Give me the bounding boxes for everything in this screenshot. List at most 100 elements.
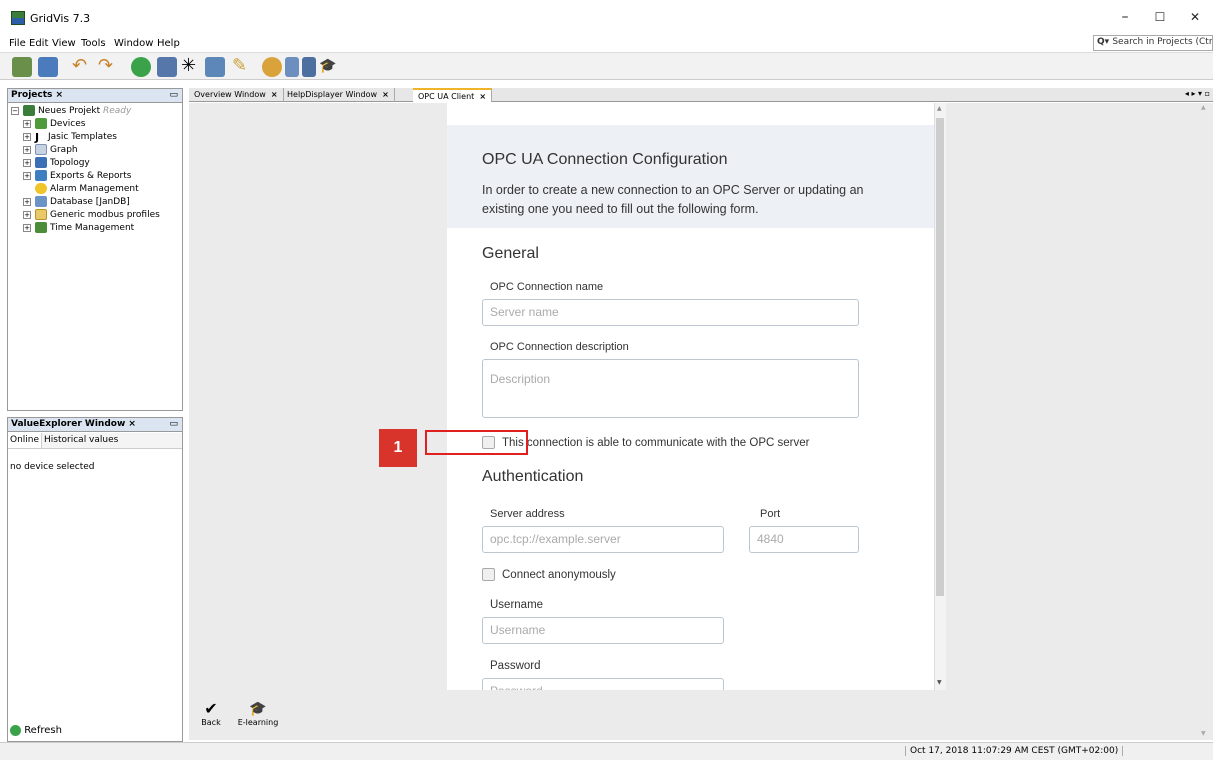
back-label: Back — [201, 718, 221, 727]
tab-overview[interactable]: Overview Window × — [189, 88, 284, 102]
tab-online[interactable]: Online — [8, 433, 43, 448]
close-icon[interactable]: × — [56, 90, 64, 100]
tree-item-devices[interactable]: + Devices — [23, 118, 85, 131]
close-icon[interactable]: × — [128, 419, 136, 429]
display-icon[interactable] — [285, 57, 299, 77]
network-icon[interactable]: ✳ — [181, 57, 201, 77]
tree-item-label: Topology — [50, 158, 90, 168]
scrollbar-thumb[interactable] — [936, 118, 944, 596]
tree-item-label: Exports & Reports — [50, 171, 132, 181]
menu-edit[interactable]: Edit — [29, 38, 48, 49]
expand-icon[interactable]: + — [23, 132, 31, 141]
port-label: Port — [760, 508, 781, 520]
folder-icon — [35, 209, 47, 220]
expand-icon[interactable]: + — [23, 197, 31, 206]
tree-item-time[interactable]: + Time Management — [23, 222, 134, 235]
devices-icon — [35, 118, 47, 129]
password-input[interactable]: Password — [482, 678, 724, 690]
editor-tabs: Overview Window × HelpDisplayer Window ×… — [189, 88, 1213, 102]
connection-description-input[interactable]: Description — [482, 359, 859, 418]
user-icon[interactable] — [262, 57, 282, 77]
scroll-down-icon[interactable]: ▼ — [937, 679, 942, 686]
projects-panel: Projects × ▭ − Neues Projekt Ready + Devic… — [7, 88, 183, 411]
value-explorer-tab[interactable]: ValueExplorer Window — [11, 419, 125, 429]
general-heading: General — [482, 245, 539, 262]
import-icon[interactable] — [205, 57, 225, 77]
search-icon: Q▾ — [1097, 37, 1113, 47]
expand-icon[interactable]: + — [23, 210, 31, 219]
projects-tab[interactable]: Projects — [11, 90, 52, 100]
new-project-icon[interactable] — [12, 57, 32, 77]
server-address-input[interactable]: opc.tcp://example.server — [482, 526, 724, 553]
expand-icon[interactable]: + — [23, 119, 31, 128]
close-button[interactable]: ✕ — [1184, 8, 1206, 28]
refresh-button[interactable]: Refresh — [10, 724, 62, 738]
tree-item-label: Devices — [50, 119, 86, 129]
expand-icon[interactable]: + — [23, 171, 31, 180]
time-management-icon — [35, 222, 47, 233]
maximize-button[interactable]: ☐ — [1149, 8, 1171, 28]
refresh-icon[interactable] — [131, 57, 151, 77]
value-explorer-tabs: Online Historical values — [8, 433, 182, 449]
outer-scroll-down-icon[interactable]: ▼ — [1201, 730, 1206, 737]
redo-icon[interactable]: ↷ — [98, 57, 118, 77]
search-input[interactable]: Q▾ Search in Projects (Ctrl+I) — [1093, 35, 1213, 51]
anonymous-checkbox[interactable] — [482, 568, 495, 581]
project-status: Ready — [103, 106, 132, 116]
close-icon[interactable]: × — [382, 90, 389, 99]
tree-item-exports[interactable]: + Exports & Reports — [23, 170, 131, 183]
app-icon — [11, 11, 25, 25]
collapse-icon[interactable]: − — [11, 106, 19, 115]
menu-window[interactable]: Window — [114, 38, 153, 49]
status-bar: Oct 17, 2018 11:07:29 AM CEST (GMT+02:00… — [0, 742, 1213, 760]
authentication-heading: Authentication — [482, 468, 584, 485]
device-icon[interactable] — [157, 57, 177, 77]
tree-item-jasic[interactable]: + J Jasic Templates — [23, 131, 117, 144]
connection-name-input[interactable]: Server name — [482, 299, 859, 326]
menu-file[interactable]: File — [9, 38, 26, 49]
form-title: OPC UA Connection Configuration — [482, 151, 728, 168]
undo-icon[interactable]: ↶ — [72, 57, 92, 77]
port-input[interactable]: 4840 — [749, 526, 859, 553]
menu-view[interactable]: View — [52, 38, 76, 49]
name-label: OPC Connection name — [490, 281, 604, 293]
topology-icon — [35, 157, 47, 168]
tree-item-modbus[interactable]: + Generic modbus profiles — [23, 209, 160, 222]
tree-item-label: Time Management — [50, 223, 135, 233]
close-icon[interactable]: × — [271, 90, 278, 99]
tools-icon[interactable]: ✎ — [232, 57, 252, 77]
tab-navigation[interactable]: ◂ ▸ ▾ ▫ — [1152, 89, 1210, 101]
outer-scroll-up-icon[interactable]: ▲ — [1201, 104, 1206, 111]
minimize-button[interactable]: – — [1114, 8, 1136, 28]
tree-item-label: Generic modbus profiles — [50, 210, 160, 220]
tab-helpdisplayer[interactable]: HelpDisplayer Window × — [282, 88, 395, 102]
scroll-up-icon[interactable]: ▲ — [937, 105, 942, 112]
open-project-icon[interactable] — [38, 57, 58, 77]
expand-icon[interactable]: + — [23, 158, 31, 167]
tree-item-graph[interactable]: + Graph — [23, 144, 78, 157]
back-button[interactable]: ✔ Back — [196, 699, 226, 728]
tab-historical[interactable]: Historical values — [42, 435, 120, 445]
back-icon: ✔ — [204, 699, 218, 718]
elearning-toolbar-icon[interactable]: 🎓 — [319, 57, 339, 77]
tree-item-topology[interactable]: + Topology — [23, 157, 90, 170]
tree-root[interactable]: − Neues Projekt Ready — [11, 105, 131, 118]
tab-label: HelpDisplayer Window — [287, 90, 378, 99]
server-address-label: Server address — [490, 508, 565, 520]
expand-icon[interactable]: + — [23, 223, 31, 232]
menu-help[interactable]: Help — [157, 38, 180, 49]
elearning-button[interactable]: 🎓 E-learning — [236, 700, 280, 727]
save-icon[interactable] — [302, 57, 316, 77]
tab-opc-ua-client[interactable]: OPC UA Client × — [413, 88, 493, 102]
tree-item-database[interactable]: + Database [JanDB] — [23, 196, 130, 209]
minimize-panel-icon[interactable]: ▭ — [169, 419, 178, 429]
projects-panel-header: Projects × ▭ — [8, 89, 182, 103]
expand-icon[interactable]: + — [23, 145, 31, 154]
minimize-panel-icon[interactable]: ▭ — [169, 90, 178, 100]
username-input[interactable]: Username — [482, 617, 724, 644]
menu-tools[interactable]: Tools — [81, 38, 106, 49]
refresh-label: Refresh — [24, 725, 62, 736]
form-description-2: existing one you need to fill out the fo… — [482, 202, 759, 216]
tree-item-alarm[interactable]: Alarm Management — [35, 183, 139, 196]
close-icon[interactable]: × — [479, 92, 486, 101]
